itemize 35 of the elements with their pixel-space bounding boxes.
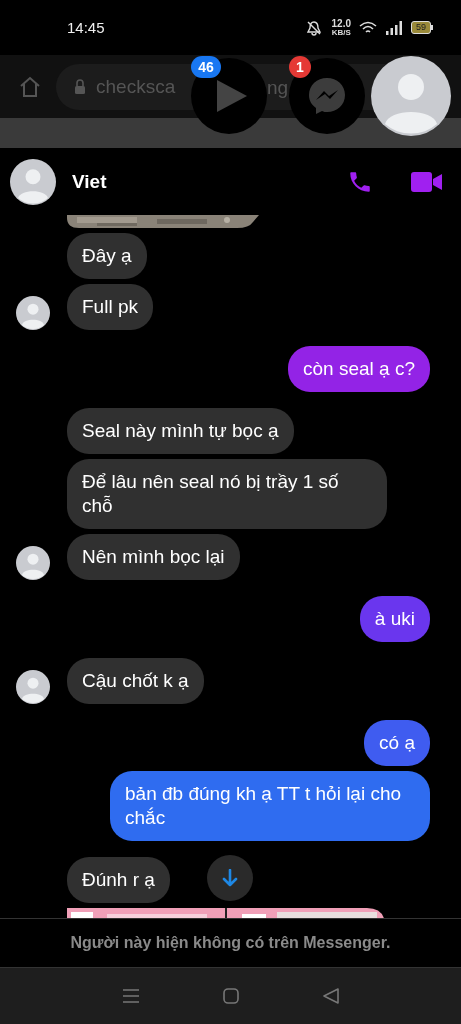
message-bubble: Đây ạ [67, 233, 147, 279]
url-text: ng [267, 76, 289, 99]
message-bubble: Đúnh r ạ [67, 857, 170, 903]
messenger-icon [307, 76, 347, 116]
message-bubble: Full pk [67, 284, 153, 330]
notification-badge: 46 [191, 56, 221, 78]
back-icon[interactable] [323, 988, 340, 1004]
message-bubble: à uki [359, 596, 430, 642]
message-bubble: Để lâu nên seal nó bị trầy 1 số chỗ [67, 459, 387, 529]
avatar-icon [371, 56, 451, 136]
battery-level: 59 [416, 22, 426, 32]
lock-icon [74, 78, 86, 95]
home-button-icon[interactable] [223, 988, 240, 1004]
wifi-icon [359, 20, 377, 35]
play-icon [215, 78, 249, 114]
signal-icon [385, 20, 403, 35]
unavailable-notice: Người này hiện không có trên Messenger. [70, 934, 391, 952]
video-call-icon[interactable] [411, 170, 443, 193]
speed-unit: KB/S [331, 28, 351, 37]
message-bubble: Seal này mình tự bọc ạ [67, 408, 294, 454]
clock: 14:45 [67, 19, 105, 36]
home-icon[interactable] [18, 74, 42, 99]
contact-name: Viet [72, 170, 108, 193]
message-bubble: Nên mình bọc lại [67, 534, 240, 580]
url-text: checksca [96, 75, 176, 98]
message-bubble: có ạ [364, 720, 430, 766]
message-bubble: Cậu chốt k ạ [67, 658, 204, 704]
avatar-icon [10, 158, 56, 205]
menu-icon[interactable] [121, 988, 140, 1004]
avatar-chat-head-overlay[interactable] [371, 56, 451, 136]
speed-value: 12.0 [331, 18, 351, 29]
message-bubble: bản đb đúng kh ạ TT t hỏi lại cho chắc [110, 771, 430, 841]
arrow-down-icon [222, 869, 238, 887]
message-bubble: còn seal ạ c? [288, 346, 430, 392]
scroll-down-button[interactable] [207, 855, 253, 901]
